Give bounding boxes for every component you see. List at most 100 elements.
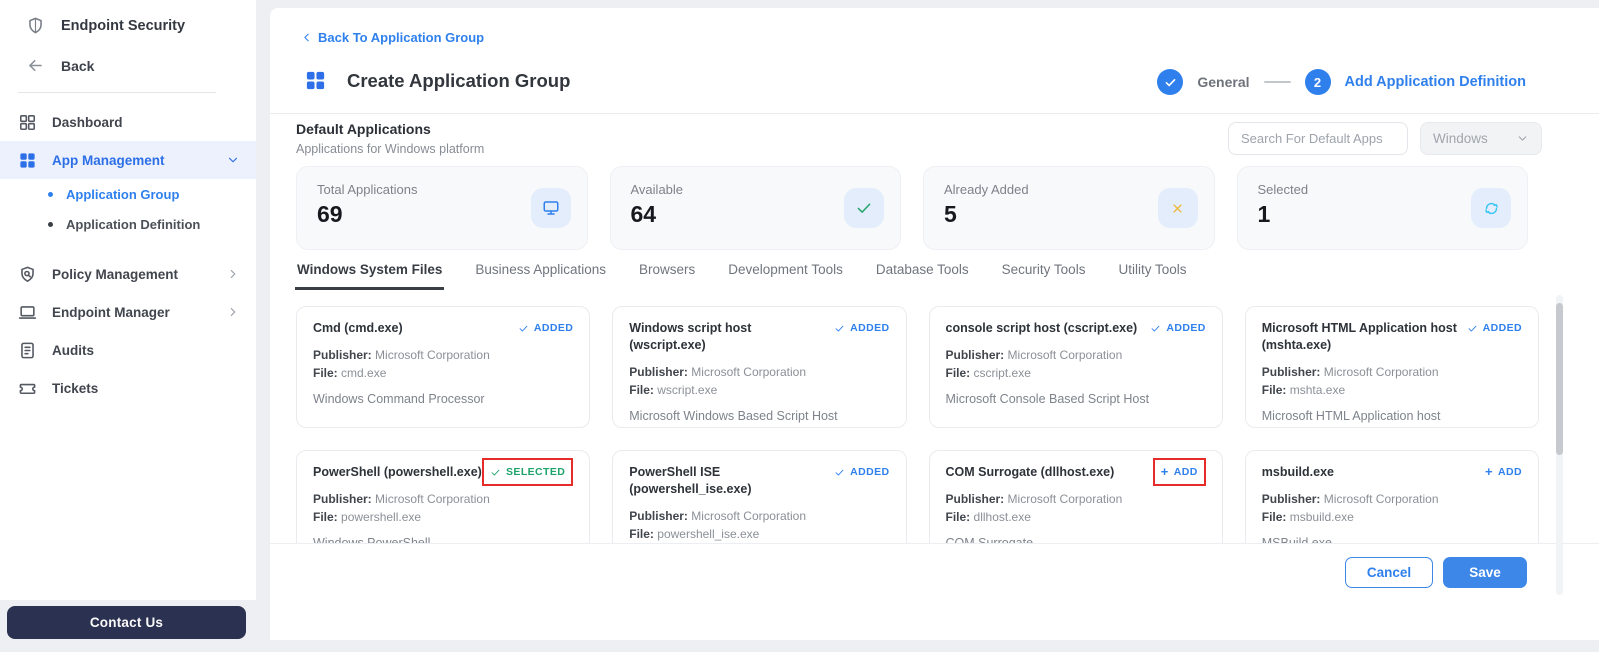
app-meta: Publisher: Microsoft Corporation File: cs… bbox=[946, 346, 1206, 383]
check-icon bbox=[834, 323, 845, 334]
app-card-header: Microsoft HTML Application host (mshta.e… bbox=[1262, 320, 1522, 354]
back-label: Back bbox=[61, 57, 95, 74]
chevron-down-icon bbox=[1516, 132, 1529, 145]
sidebar-subitem-application-group[interactable]: Application Group bbox=[0, 179, 256, 209]
tab-database-tools[interactable]: Database Tools bbox=[876, 262, 969, 290]
app-card-powershell-ise-exe[interactable]: PowerShell ISE (powershell_ise.exe) ADDED… bbox=[612, 450, 907, 543]
app-cards-scroll-area[interactable]: Cmd (cmd.exe) ADDED Publisher: Microsoft C… bbox=[296, 306, 1539, 543]
app-grid-icon bbox=[304, 69, 327, 92]
app-description: COM Surrogate bbox=[946, 536, 1206, 543]
page-title: Create Application Group bbox=[347, 70, 571, 91]
tab-utility-tools[interactable]: Utility Tools bbox=[1118, 262, 1186, 290]
tab-windows-system-files[interactable]: Windows System Files bbox=[294, 262, 445, 290]
sidebar-item-audits[interactable]: Audits bbox=[0, 331, 256, 369]
sidebar-item-dashboard[interactable]: Dashboard bbox=[0, 103, 256, 141]
sidebar-subitem-label: Application Group bbox=[66, 186, 180, 202]
footer-bar: Cancel Save bbox=[270, 543, 1599, 640]
app-card-wscript-exe[interactable]: Windows script host (wscript.exe) ADDED Pu… bbox=[612, 306, 907, 428]
app-card-header: Windows script host (wscript.exe) ADDED bbox=[629, 320, 889, 354]
app-description: Microsoft HTML Application host bbox=[1261, 408, 1441, 423]
tab-business-applications[interactable]: Business Applications bbox=[475, 262, 606, 290]
app-card-cscript-exe[interactable]: console script host (cscript.exe) ADDED Pu… bbox=[928, 306, 1223, 428]
sidebar-item-endpoint-manager[interactable]: Endpoint Manager bbox=[0, 293, 256, 331]
file-label: File: bbox=[629, 383, 654, 398]
app-file-row: File: msbuild.exe bbox=[1262, 508, 1522, 527]
back-to-application-group-link[interactable]: Back To Application Group bbox=[300, 30, 484, 45]
sidebar-item-label: Endpoint Manager bbox=[52, 304, 170, 320]
brand: Endpoint Security bbox=[0, 0, 256, 35]
publisher-value: Microsoft Corporation bbox=[1323, 491, 1439, 506]
stat-label: Selected bbox=[1257, 182, 1309, 197]
stat-value: 69 bbox=[317, 201, 343, 227]
app-name: PowerShell (powershell.exe) bbox=[313, 465, 482, 479]
publisher-value: Microsoft Corporation bbox=[375, 347, 490, 362]
file-value: msbuild.exe bbox=[1289, 510, 1354, 525]
app-description: Microsoft Console Based Script Host bbox=[945, 392, 1150, 407]
publisher-value: Microsoft Corporation bbox=[691, 364, 806, 379]
publisher-value: Microsoft Corporation bbox=[691, 508, 806, 523]
cancel-button[interactable]: Cancel bbox=[1345, 557, 1433, 588]
app-card-dllhost-exe[interactable]: COM Surrogate (dllhost.exe) + ADD Publisher… bbox=[928, 450, 1223, 543]
check-icon bbox=[1150, 323, 1161, 334]
monitor-icon bbox=[530, 188, 571, 228]
check-icon bbox=[1467, 323, 1478, 334]
sidebar-item-app-management[interactable]: App Management bbox=[0, 141, 256, 179]
app-publisher-row: Publisher: Microsoft Corporation bbox=[629, 363, 889, 382]
app-card-header: PowerShell ISE (powershell_ise.exe) ADDED bbox=[629, 464, 889, 498]
app-name: COM Surrogate (dllhost.exe) bbox=[945, 465, 1115, 479]
contact-us-button[interactable]: Contact Us bbox=[7, 606, 246, 639]
file-label: File: bbox=[1261, 383, 1287, 398]
stepper: General 2 Add Application Definition bbox=[1157, 69, 1526, 95]
app-card-header: msbuild.exe + ADD bbox=[1262, 464, 1522, 481]
app-card-cmd-exe[interactable]: Cmd (cmd.exe) ADDED Publisher: Microsoft C… bbox=[296, 306, 591, 428]
stat-label: Available bbox=[630, 182, 684, 197]
app-meta: Publisher: Microsoft Corporation File: dl… bbox=[946, 490, 1206, 527]
arrow-left-icon bbox=[26, 56, 45, 75]
search-input[interactable] bbox=[1228, 122, 1408, 155]
section-subtitle: Applications for Windows platform bbox=[296, 142, 485, 156]
app-card-header: Cmd (cmd.exe) ADDED bbox=[313, 320, 573, 337]
file-value: powershell_ise.exe bbox=[657, 527, 760, 542]
app-card-header: console script host (cscript.exe) ADDED bbox=[946, 320, 1206, 337]
scrollbar-thumb[interactable] bbox=[1556, 303, 1563, 455]
dashboard-icon bbox=[18, 113, 37, 132]
badge-label: SELECTED bbox=[506, 466, 566, 478]
app-meta: Publisher: Microsoft Corporation File: ms… bbox=[1262, 490, 1522, 527]
app-card-powershell-exe[interactable]: PowerShell (powershell.exe) SELECTED Publi… bbox=[296, 450, 591, 543]
publisher-label: Publisher: bbox=[945, 347, 1005, 362]
status-badge-added: ADDED bbox=[518, 322, 573, 334]
sidebar-back-button[interactable]: Back bbox=[0, 35, 256, 75]
add-button[interactable]: + ADD bbox=[1485, 465, 1522, 478]
app-publisher-row: Publisher: Microsoft Corporation bbox=[1262, 490, 1522, 509]
sidebar-divider bbox=[18, 92, 216, 93]
app-card-mshta-exe[interactable]: Microsoft HTML Application host (mshta.e… bbox=[1244, 306, 1539, 428]
publisher-label: Publisher: bbox=[313, 491, 372, 506]
ticket-icon bbox=[18, 379, 37, 398]
app-description: Windows PowerShell bbox=[313, 536, 573, 543]
publisher-label: Publisher: bbox=[629, 364, 688, 379]
file-label: File: bbox=[945, 510, 971, 525]
save-button[interactable]: Save bbox=[1443, 557, 1527, 588]
tab-browsers[interactable]: Browsers bbox=[639, 262, 695, 290]
platform-select[interactable]: Windows bbox=[1420, 122, 1542, 155]
sidebar-item-label: Policy Management bbox=[52, 266, 179, 282]
sidebar-subitem-application-definition[interactable]: Application Definition bbox=[0, 209, 256, 239]
add-button[interactable]: + ADD bbox=[1152, 458, 1206, 486]
tab-development-tools[interactable]: Development Tools bbox=[728, 262, 843, 290]
step-1-label: General bbox=[1197, 74, 1250, 90]
badge-label: ADD bbox=[1173, 466, 1198, 478]
file-label: File: bbox=[313, 510, 338, 525]
app-name: Windows script host (wscript.exe) bbox=[629, 321, 752, 352]
publisher-label: Publisher: bbox=[313, 347, 372, 362]
app-publisher-row: Publisher: Microsoft Corporation bbox=[629, 507, 889, 526]
shield-icon bbox=[26, 16, 45, 35]
sidebar-item-tickets[interactable]: Tickets bbox=[0, 369, 256, 407]
stat-label: Already Added bbox=[944, 182, 1029, 197]
badge-label: ADD bbox=[1498, 466, 1522, 478]
sidebar-item-policy-management[interactable]: Policy Management bbox=[0, 255, 256, 293]
tab-security-tools[interactable]: Security Tools bbox=[1002, 262, 1086, 290]
app-publisher-row: Publisher: Microsoft Corporation bbox=[1262, 363, 1522, 382]
status-badge-added: ADDED bbox=[834, 466, 889, 478]
step-connector bbox=[1263, 81, 1291, 83]
app-card-msbuild-exe[interactable]: msbuild.exe + ADD Publisher: Microsoft Corp… bbox=[1244, 450, 1539, 543]
